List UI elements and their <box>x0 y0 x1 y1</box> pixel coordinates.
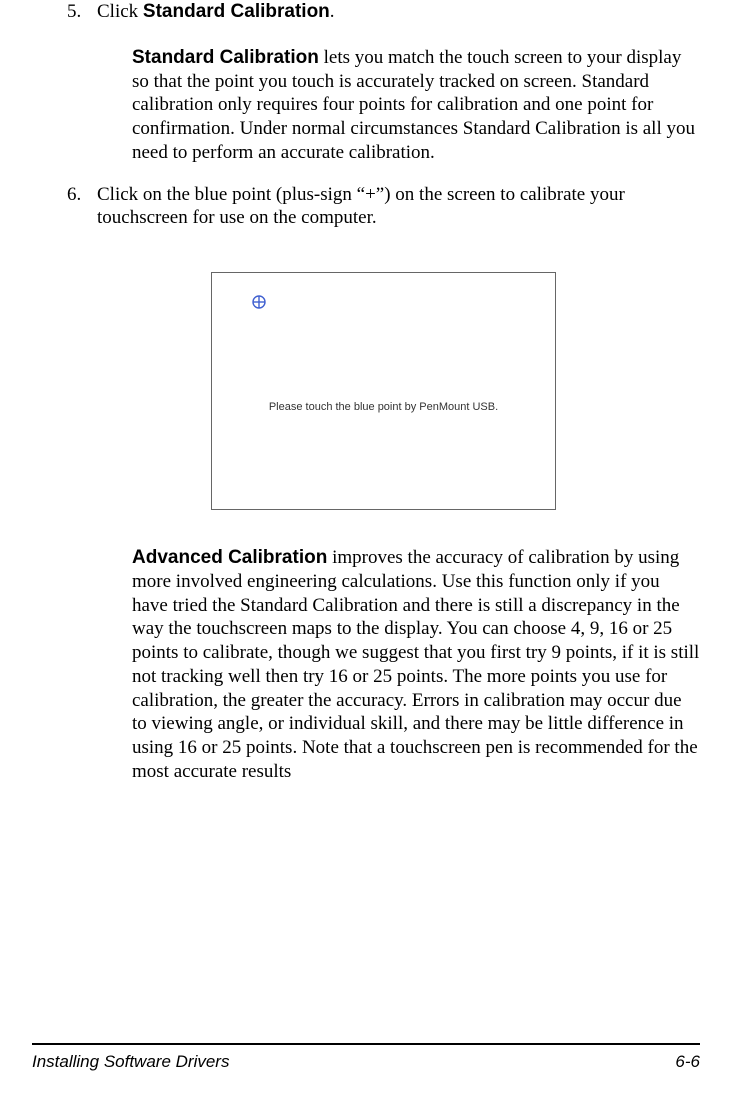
step-6: 6. Click on the blue point (plus-sign “+… <box>67 183 700 243</box>
step-5-body: Click Standard Calibration. <box>97 0 700 36</box>
step-6-text: Click on the blue point (plus-sign “+”) … <box>97 183 700 231</box>
calibration-figure: Please touch the blue point by PenMount … <box>211 272 556 510</box>
step-5-paragraph: Standard Calibration lets you match the … <box>132 46 700 165</box>
step-5-line: Click Standard Calibration. <box>97 0 700 24</box>
figure-caption: Please touch the blue point by PenMount … <box>269 401 498 415</box>
advanced-calibration-bold: Advanced Calibration <box>132 547 327 568</box>
step-5: 5. Click Standard Calibration. <box>67 0 700 36</box>
step-6-number: 6. <box>67 183 97 243</box>
standard-calibration-term: Standard Calibration <box>143 1 330 22</box>
footer-page-number: 6-6 <box>675 1051 700 1072</box>
step-6-body: Click on the blue point (plus-sign “+”) … <box>97 183 700 243</box>
advanced-calibration-paragraph: Advanced Calibration improves the accura… <box>132 546 700 784</box>
blue-plus-icon <box>252 295 266 315</box>
step-5-number: 5. <box>67 0 97 36</box>
page-footer: Installing Software Drivers 6-6 <box>32 1043 700 1072</box>
footer-title: Installing Software Drivers <box>32 1051 229 1072</box>
standard-calibration-bold: Standard Calibration <box>132 47 319 68</box>
